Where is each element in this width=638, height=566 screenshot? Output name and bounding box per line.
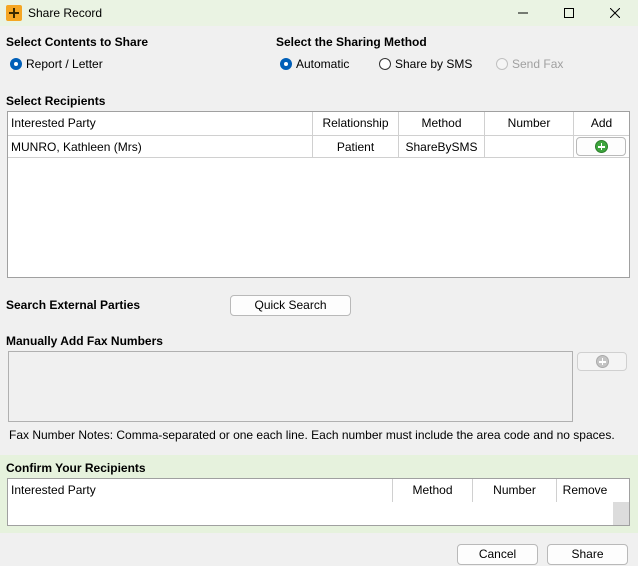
minimize-button[interactable]: [500, 0, 546, 26]
close-button[interactable]: [592, 0, 638, 26]
confirm-heading: Confirm Your Recipients: [6, 461, 146, 475]
maximize-button[interactable]: [546, 0, 592, 26]
radio-label: Automatic: [296, 57, 350, 71]
app-icon: [6, 5, 22, 21]
recipients-heading: Select Recipients: [6, 94, 106, 108]
cell-interested-party: MUNRO, Kathleen (Mrs): [8, 135, 313, 158]
column-header: Relationship: [313, 112, 399, 135]
fax-numbers-textarea: [8, 351, 573, 422]
add-fax-button: [577, 352, 627, 371]
column-header: Method: [393, 479, 473, 502]
column-header: Interested Party: [8, 479, 393, 502]
radio-send-fax: Send Fax: [496, 57, 563, 71]
close-icon: [610, 8, 620, 18]
window-title: Share Record: [28, 6, 103, 20]
search-heading: Search External Parties: [6, 298, 141, 312]
radio-unselected-icon: [379, 58, 391, 70]
column-header: Number: [485, 112, 574, 135]
cell-relationship: Patient: [313, 135, 399, 158]
fax-note: Fax Number Notes: Comma-separated or one…: [9, 428, 615, 442]
radio-selected-icon: [280, 58, 292, 70]
column-header: Method: [399, 112, 485, 135]
share-button[interactable]: Share: [547, 544, 628, 565]
column-header: Remove: [562, 483, 608, 497]
cell-add: [574, 135, 629, 158]
column-header: Add: [590, 116, 613, 130]
radio-share-by-sms[interactable]: Share by SMS: [379, 57, 472, 71]
recipients-header-row: Interested Party Relationship Method Num…: [8, 112, 629, 135]
cell-method: ShareBySMS: [399, 135, 485, 158]
add-icon: [595, 355, 609, 368]
radio-label: Share by SMS: [395, 57, 473, 71]
radio-disabled-icon: [496, 58, 508, 70]
minimize-icon: [518, 12, 528, 14]
sharing-heading: Select the Sharing Method: [276, 35, 427, 49]
cancel-button[interactable]: Cancel: [457, 544, 538, 565]
title-bar: Share Record: [0, 0, 638, 26]
fax-heading: Manually Add Fax Numbers: [6, 334, 163, 348]
radio-selected-icon: [10, 58, 22, 70]
radio-label: Report / Letter: [26, 57, 103, 71]
quick-search-button[interactable]: Quick Search: [230, 295, 351, 316]
confirm-grid: Interested Party Method Number Remove: [7, 478, 630, 526]
radio-label: Send Fax: [512, 57, 564, 71]
maximize-icon: [564, 8, 574, 18]
add-recipient-button[interactable]: [576, 137, 626, 156]
confirm-panel: Confirm Your Recipients Interested Party…: [0, 455, 638, 533]
confirm-header-row: Interested Party Method Number Remove: [8, 479, 613, 502]
table-row[interactable]: MUNRO, Kathleen (Mrs) Patient ShareBySMS: [8, 135, 629, 158]
confirm-grid-scrollbar[interactable]: [613, 502, 629, 525]
add-icon: [594, 140, 608, 153]
cell-number: [485, 135, 574, 158]
column-header: Interested Party: [8, 112, 313, 135]
column-header: Number: [473, 479, 557, 502]
contents-heading: Select Contents to Share: [6, 35, 149, 49]
recipients-grid: Interested Party Relationship Method Num…: [7, 111, 630, 278]
radio-report-letter[interactable]: Report / Letter: [10, 57, 103, 71]
radio-automatic[interactable]: Automatic: [280, 57, 349, 71]
